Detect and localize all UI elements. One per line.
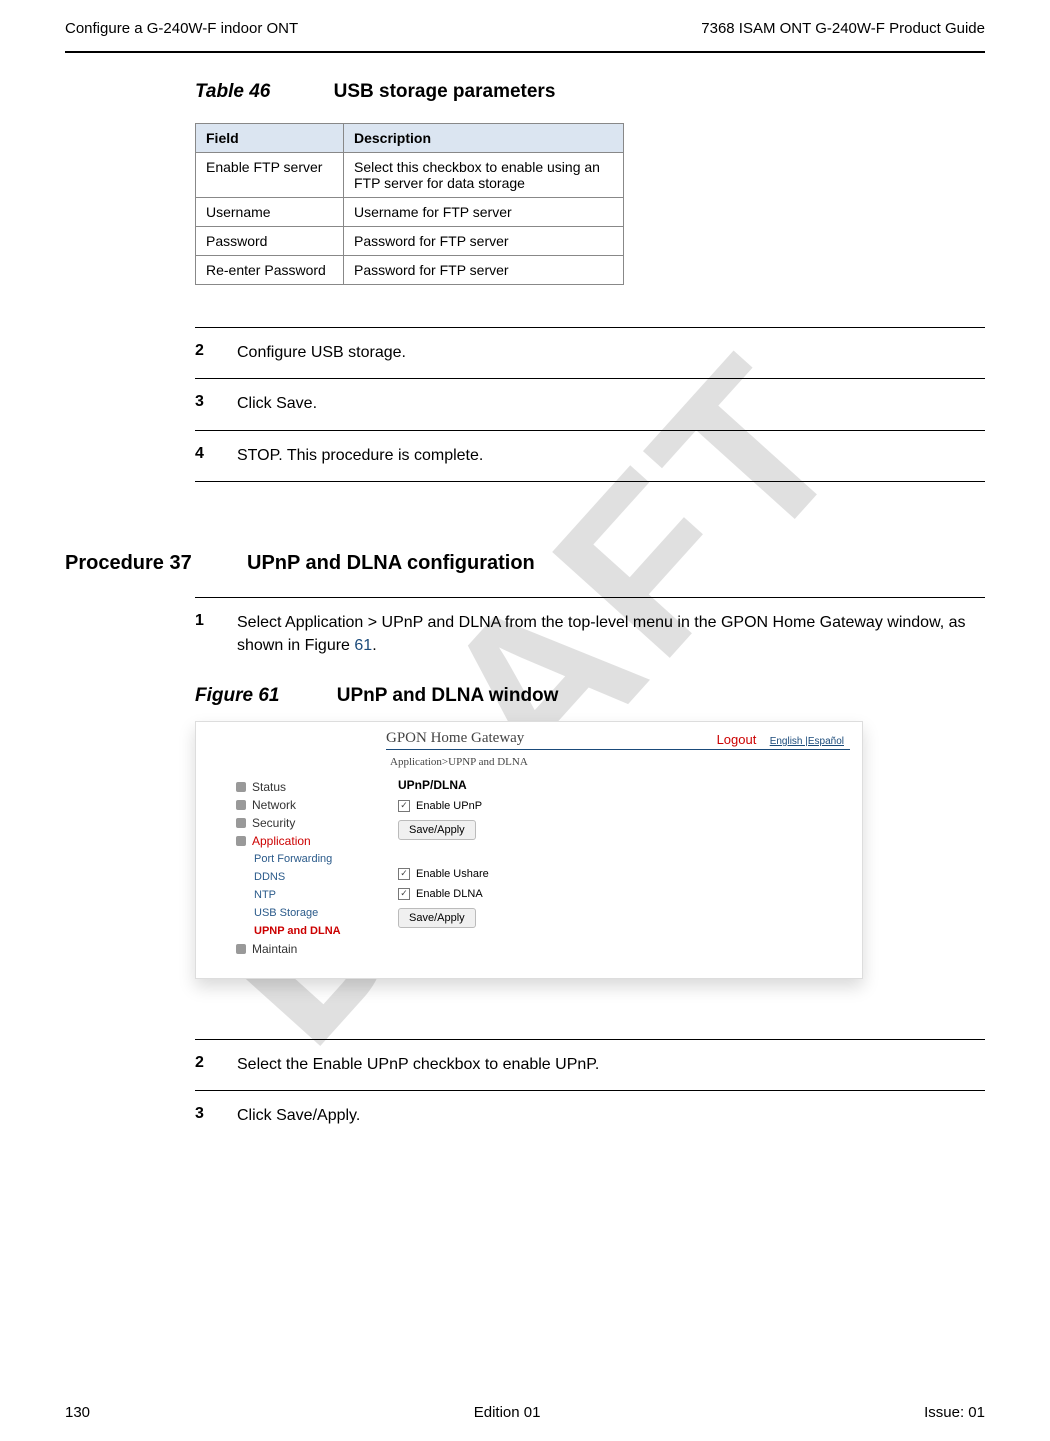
- ss-sidebar: Status Network Security Application Port…: [196, 778, 386, 958]
- submenu: Port Forwarding DDNS NTP USB Storage UPN…: [236, 850, 386, 940]
- logout-link[interactable]: Logout: [717, 732, 757, 747]
- table46-col0: Field: [196, 124, 344, 153]
- footer-right: Issue: 01: [924, 1404, 985, 1421]
- step: 2 Select the Enable UPnP checkbox to ena…: [195, 1040, 985, 1090]
- procedure-heading: Procedure 37 UPnP and DLNA configuration: [65, 552, 985, 575]
- lang-link[interactable]: English |Español: [770, 736, 844, 747]
- top-rule: [65, 51, 985, 53]
- step-num: 2: [195, 342, 237, 364]
- enable-upnp-checkbox[interactable]: ✓ Enable UPnP: [398, 800, 850, 812]
- step-text: Click Save.: [237, 393, 985, 415]
- step: 3 Click Save.: [195, 379, 985, 429]
- ss-main: UPnP/DLNA ✓ Enable UPnP Save/Apply ✓ Ena…: [386, 778, 862, 958]
- step-num: 1: [195, 612, 237, 657]
- checkbox-icon: ✓: [398, 800, 410, 812]
- submenu-usb-storage[interactable]: USB Storage: [254, 904, 386, 922]
- section-title: UPnP/DLNA: [398, 778, 850, 792]
- cell: Password: [196, 227, 344, 256]
- step-text: Select the Enable UPnP checkbox to enabl…: [237, 1054, 985, 1076]
- ss-topbar: GPON Home Gateway Logout English |Españo…: [196, 722, 862, 749]
- procedure-number: Procedure 37: [65, 552, 247, 575]
- procedure-title: UPnP and DLNA configuration: [247, 552, 535, 575]
- sidebar-item-status[interactable]: Status: [236, 778, 386, 796]
- submenu-upnp-dlna[interactable]: UPNP and DLNA: [254, 922, 386, 940]
- footer-left: 130: [65, 1404, 90, 1421]
- step-num: 3: [195, 393, 237, 415]
- step-text-pre: Select Application > UPnP and DLNA from …: [237, 614, 966, 653]
- ss-brand: GPON Home Gateway: [386, 730, 524, 747]
- submenu-port-forwarding[interactable]: Port Forwarding: [254, 850, 386, 868]
- figure61-title: UPnP and DLNA window: [337, 685, 559, 706]
- step: 4 STOP. This procedure is complete.: [195, 431, 985, 481]
- header-left: Configure a G-240W-F indoor ONT: [65, 20, 298, 37]
- checkbox-icon: ✓: [398, 888, 410, 900]
- cell: Username for FTP server: [344, 198, 624, 227]
- header-right: 7368 ISAM ONT G-240W-F Product Guide: [701, 20, 985, 37]
- step: 2 Configure USB storage.: [195, 328, 985, 378]
- rule: [195, 481, 985, 482]
- ss-topbar-right: Logout English |Español: [717, 732, 844, 747]
- checkbox-icon: ✓: [398, 868, 410, 880]
- table46-caption: Table 46 USB storage parameters: [195, 81, 985, 103]
- table-row: Enable FTP server Select this checkbox t…: [196, 153, 624, 198]
- checkbox-label: Enable Ushare: [416, 868, 489, 880]
- figure61-caption: Figure 61 UPnP and DLNA window: [195, 685, 985, 707]
- cell: Select this checkbox to enable using an …: [344, 153, 624, 198]
- save-apply-button[interactable]: Save/Apply: [398, 820, 476, 840]
- table46-number: Table 46: [195, 81, 270, 102]
- step-num: 2: [195, 1054, 237, 1076]
- table46-col1: Description: [344, 124, 624, 153]
- enable-ushare-checkbox[interactable]: ✓ Enable Ushare: [398, 868, 850, 880]
- figure61-number: Figure 61: [195, 685, 279, 706]
- step: 1 Select Application > UPnP and DLNA fro…: [195, 598, 985, 671]
- checkbox-label: Enable UPnP: [416, 800, 482, 812]
- sidebar-item-network[interactable]: Network: [236, 796, 386, 814]
- page-header: Configure a G-240W-F indoor ONT 7368 ISA…: [65, 20, 985, 37]
- step-text: Select Application > UPnP and DLNA from …: [237, 612, 985, 657]
- enable-dlna-checkbox[interactable]: ✓ Enable DLNA: [398, 888, 850, 900]
- step-text-post: .: [372, 637, 376, 654]
- table-row: Username Username for FTP server: [196, 198, 624, 227]
- sidebar-item-maintain[interactable]: Maintain: [236, 940, 386, 958]
- page-footer: 130 Edition 01 Issue: 01: [65, 1404, 985, 1421]
- cell: Password for FTP server: [344, 256, 624, 285]
- table46: Field Description Enable FTP server Sele…: [195, 123, 624, 285]
- cell: Re-enter Password: [196, 256, 344, 285]
- step: 3 Click Save/Apply.: [195, 1091, 985, 1141]
- step-text: STOP. This procedure is complete.: [237, 445, 985, 467]
- save-apply-button-2[interactable]: Save/Apply: [398, 908, 476, 928]
- sidebar-item-application[interactable]: Application: [236, 832, 386, 850]
- step-text: Configure USB storage.: [237, 342, 985, 364]
- step-num: 4: [195, 445, 237, 467]
- table-row: Password Password for FTP server: [196, 227, 624, 256]
- cell: Username: [196, 198, 344, 227]
- submenu-ddns[interactable]: DDNS: [254, 868, 386, 886]
- figure-link[interactable]: 61: [354, 637, 372, 654]
- submenu-ntp[interactable]: NTP: [254, 886, 386, 904]
- checkbox-label: Enable DLNA: [416, 888, 483, 900]
- footer-center: Edition 01: [474, 1404, 541, 1421]
- figure61-image: GPON Home Gateway Logout English |Españo…: [195, 721, 863, 979]
- step-num: 3: [195, 1105, 237, 1127]
- cell: Password for FTP server: [344, 227, 624, 256]
- table-row: Re-enter Password Password for FTP serve…: [196, 256, 624, 285]
- sidebar-item-security[interactable]: Security: [236, 814, 386, 832]
- cell: Enable FTP server: [196, 153, 344, 198]
- table46-title: USB storage parameters: [334, 81, 556, 102]
- breadcrumb: Application>UPNP and DLNA: [196, 750, 862, 774]
- step-text: Click Save/Apply.: [237, 1105, 985, 1127]
